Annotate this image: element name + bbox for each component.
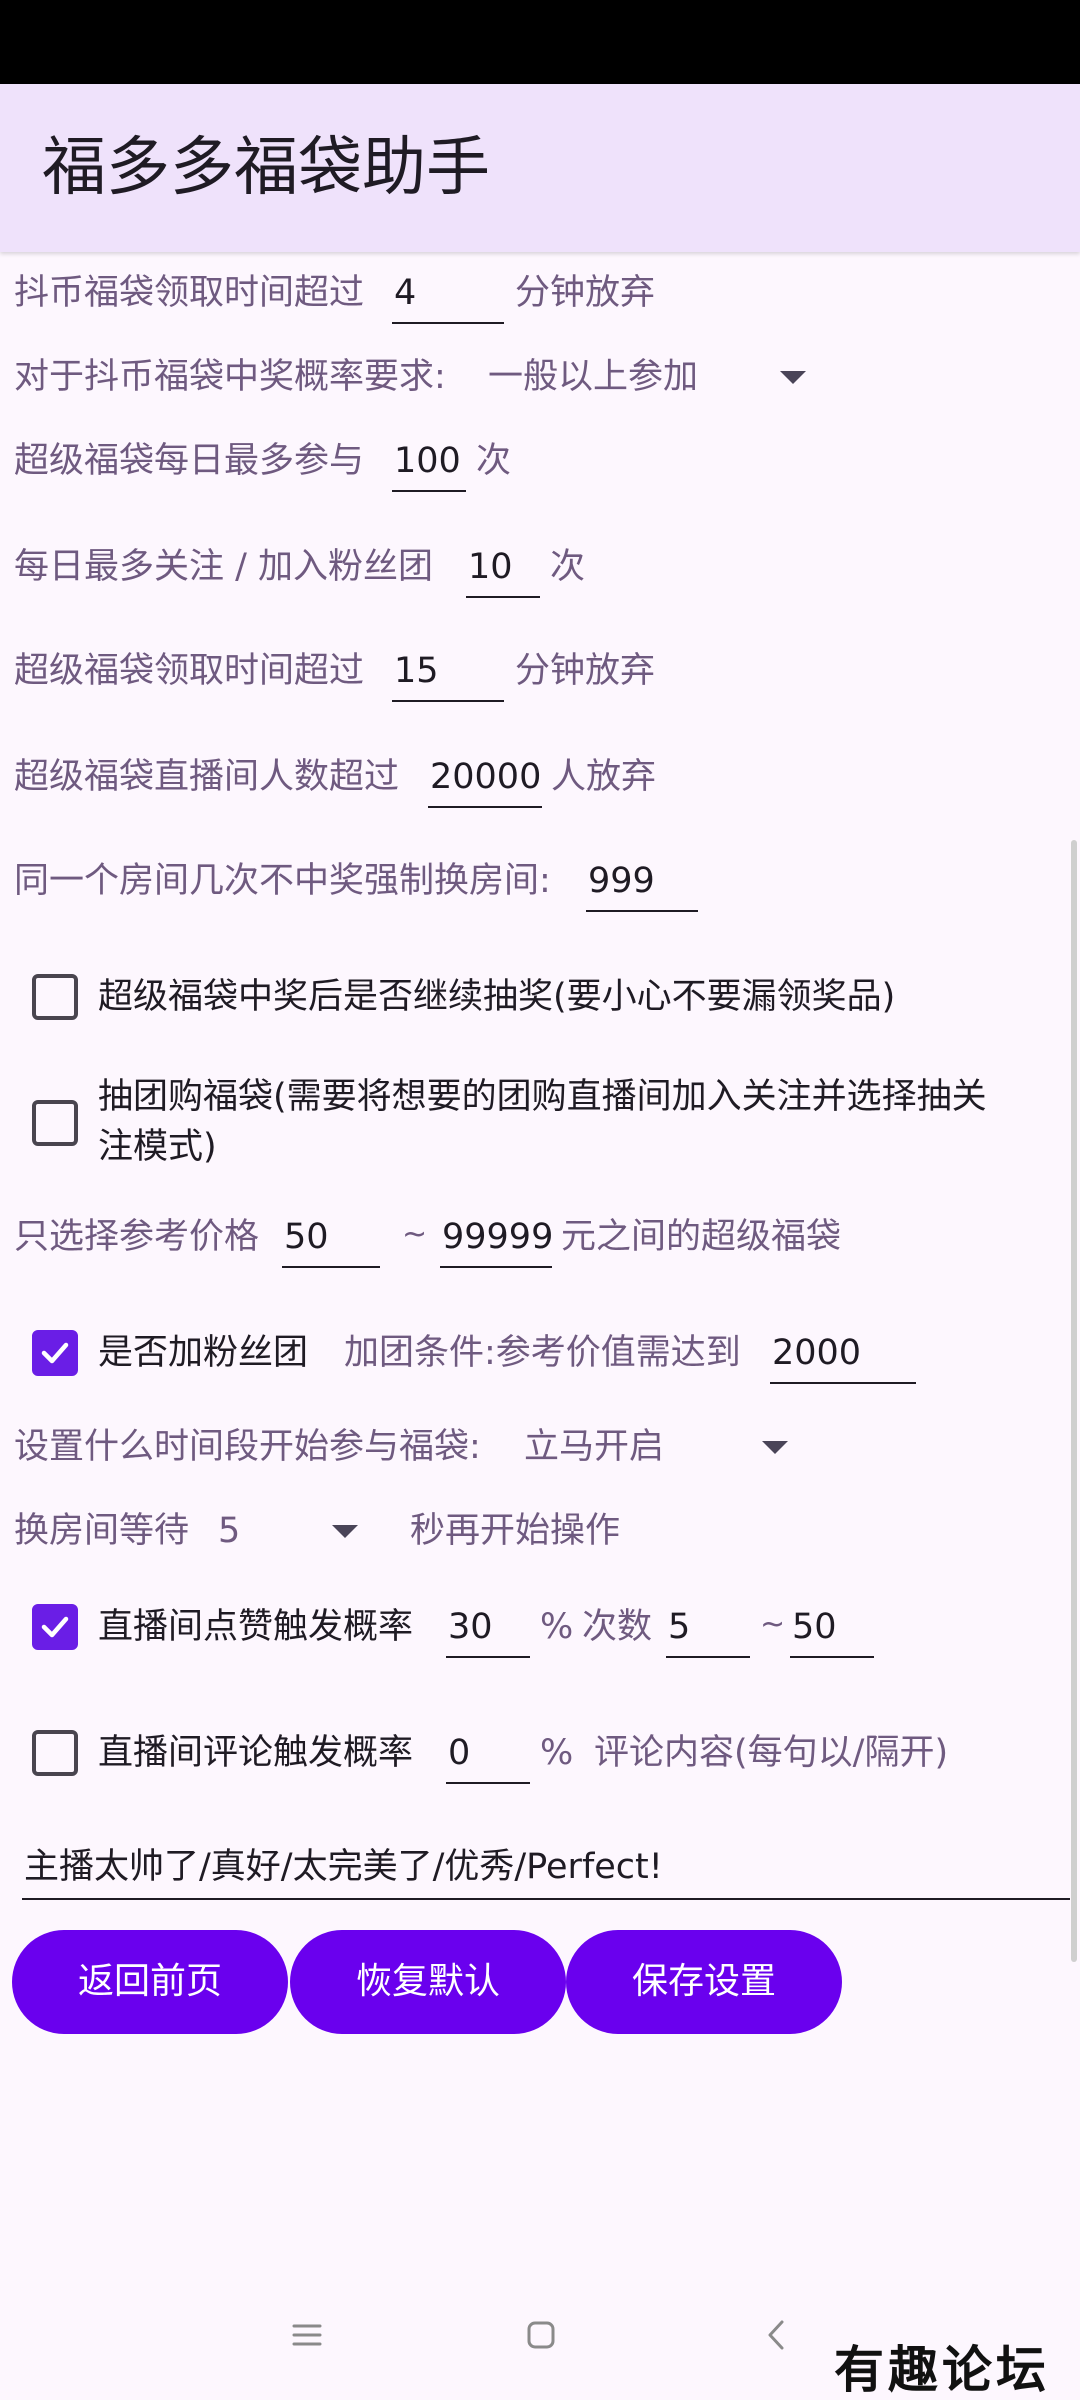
start-time-selected: 立马开启 — [524, 1427, 665, 1467]
comment-checkbox[interactable] — [32, 1730, 78, 1776]
comment-probability-label: 直播间评论触发概率 — [98, 1733, 414, 1773]
like-count-tilde: ~ — [760, 1607, 786, 1642]
like-count-label: 次数 — [582, 1607, 653, 1647]
app-bar: 福多多福袋助手 — [0, 84, 1080, 252]
room-switch-input[interactable]: 999 — [586, 856, 698, 912]
like-percent-label: % — [540, 1607, 574, 1647]
coin-probability-select[interactable]: 一般以上参加 — [486, 346, 816, 408]
group-buy-checkbox[interactable] — [32, 1100, 78, 1146]
like-count-min-input[interactable]: 5 — [666, 1602, 750, 1658]
daily-follow-max-label: 每日最多关注 / 加入粉丝团 — [14, 547, 434, 587]
daily-follow-max-input[interactable]: 10 — [466, 542, 540, 598]
group-buy-label-line2: 注模式) — [98, 1127, 217, 1167]
fan-club-condition-input[interactable]: 2000 — [770, 1328, 916, 1384]
super-timeout-label: 超级福袋领取时间超过 — [14, 651, 365, 691]
room-wait-selected: 5 — [218, 1511, 241, 1551]
join-fan-club-checkbox[interactable] — [32, 1330, 78, 1376]
room-switch-label: 同一个房间几次不中奖强制换房间: — [14, 861, 551, 901]
room-wait-suffix: 秒再开始操作 — [410, 1511, 621, 1551]
like-checkbox[interactable] — [32, 1604, 78, 1650]
price-range-separator: ~ — [402, 1217, 428, 1252]
super-room-people-suffix: 人放弃 — [551, 757, 657, 797]
home-icon[interactable] — [524, 2318, 558, 2356]
super-timeout-input[interactable]: 15 — [392, 646, 504, 702]
check-icon — [41, 1616, 69, 1638]
start-time-select[interactable]: 立马开启 — [522, 1416, 802, 1478]
super-daily-max-label: 超级福袋每日最多参与 — [14, 441, 365, 481]
group-buy-label-line1: 抽团购福袋(需要将想要的团购直播间加入关注并选择抽关 — [98, 1077, 987, 1117]
continue-after-win-label: 超级福袋中奖后是否继续抽奖(要小心不要漏领奖品) — [98, 977, 896, 1017]
coin-timeout-input[interactable]: 4 — [392, 268, 504, 324]
like-probability-label: 直播间点赞触发概率 — [98, 1607, 414, 1647]
comment-percent-label: % — [540, 1733, 574, 1773]
dropdown-icon — [332, 1525, 358, 1538]
like-count-max-input[interactable]: 50 — [790, 1602, 874, 1658]
super-room-people-input[interactable]: 20000 — [428, 752, 542, 808]
super-room-people-label: 超级福袋直播间人数超过 — [14, 757, 400, 797]
price-range-suffix: 元之间的超级福袋 — [561, 1217, 842, 1257]
comment-probability-input[interactable]: 0 — [446, 1728, 530, 1784]
coin-probability-selected: 一般以上参加 — [488, 357, 699, 397]
coin-probability-label: 对于抖币福袋中奖概率要求: — [14, 357, 446, 397]
super-timeout-suffix: 分钟放弃 — [515, 651, 656, 691]
price-max-input[interactable]: 99999 — [440, 1212, 552, 1268]
coin-timeout-label: 抖币福袋领取时间超过 — [14, 273, 365, 313]
room-wait-label: 换房间等待 — [14, 1511, 190, 1551]
reset-button[interactable]: 恢复默认 — [290, 1930, 566, 2034]
room-wait-select[interactable]: 5 — [216, 1500, 366, 1562]
save-button[interactable]: 保存设置 — [566, 1930, 842, 2034]
comment-content-input[interactable]: 主播太帅了/真好/太完美了/优秀/Perfect! — [22, 1838, 1070, 1900]
dropdown-icon — [762, 1441, 788, 1454]
daily-follow-max-suffix: 次 — [550, 547, 586, 587]
coin-timeout-suffix: 分钟放弃 — [515, 273, 656, 313]
price-min-input[interactable]: 50 — [282, 1212, 380, 1268]
back-icon[interactable] — [760, 2316, 794, 2358]
status-bar — [0, 0, 1080, 84]
scrollbar[interactable] — [1071, 840, 1077, 1962]
back-button[interactable]: 返回前页 — [12, 1930, 288, 2034]
watermark-text: 有趣论坛 — [834, 2340, 1050, 2399]
app-title: 福多多福袋助手 — [42, 131, 490, 205]
check-icon — [41, 1342, 69, 1364]
fan-club-condition-label: 加团条件:参考价值需达到 — [344, 1333, 741, 1373]
super-daily-max-input[interactable]: 100 — [392, 436, 466, 492]
price-range-label: 只选择参考价格 — [14, 1217, 260, 1257]
comment-content-label: 评论内容(每句以/隔开) — [594, 1733, 949, 1773]
dropdown-icon — [780, 371, 806, 384]
start-time-label: 设置什么时间段开始参与福袋: — [14, 1427, 481, 1467]
continue-after-win-checkbox[interactable] — [32, 974, 78, 1020]
menu-icon[interactable] — [290, 2318, 324, 2356]
super-daily-max-suffix: 次 — [476, 441, 512, 481]
join-fan-club-label: 是否加粉丝团 — [98, 1333, 309, 1373]
like-probability-input[interactable]: 30 — [446, 1602, 530, 1658]
